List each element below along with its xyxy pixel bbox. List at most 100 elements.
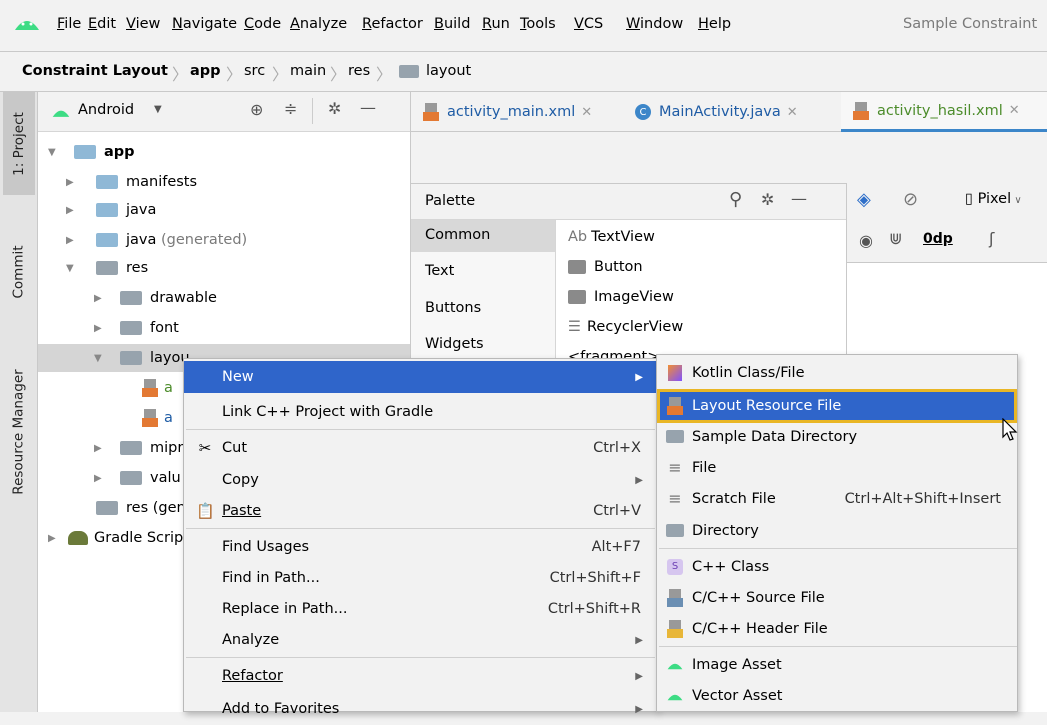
- view-selector[interactable]: Android: [78, 102, 134, 118]
- submenu-item-sample-data[interactable]: Sample Data Directory: [657, 421, 1017, 452]
- menu-item-refactor[interactable]: Refactor ▶: [184, 660, 657, 692]
- tree-item-app[interactable]: ▼ app: [48, 138, 135, 166]
- clear-constraints-icon[interactable]: ʃ: [989, 229, 994, 248]
- collapse-arrow-icon[interactable]: ▶: [94, 473, 104, 484]
- menu-navigate[interactable]: Navigate: [172, 16, 237, 32]
- palette-item-imageview[interactable]: ImageView: [568, 283, 674, 311]
- submenu-item-layout-resource[interactable]: Layout Resource File: [657, 389, 1017, 423]
- expand-icon[interactable]: ▼: [94, 353, 104, 364]
- palette-category-buttons[interactable]: Buttons: [425, 300, 481, 316]
- palette-category-text[interactable]: Text: [425, 263, 454, 279]
- menu-item-replace-in-path[interactable]: Replace in Path... Ctrl+Shift+R: [184, 593, 657, 625]
- tab-commit[interactable]: Commit: [3, 222, 35, 322]
- menu-vcs[interactable]: VCS: [574, 16, 603, 32]
- menu-code[interactable]: Code: [244, 16, 281, 32]
- collapse-arrow-icon[interactable]: ▶: [66, 235, 76, 246]
- menu-view[interactable]: View: [126, 16, 160, 32]
- submenu-item-image-asset[interactable]: Image Asset: [657, 649, 1017, 680]
- menu-edit[interactable]: Edit: [88, 16, 116, 32]
- menu-item-paste[interactable]: 📋 Paste Ctrl+V: [184, 495, 657, 527]
- breadcrumb-project[interactable]: Constraint Layout: [22, 63, 168, 79]
- palette-category-common[interactable]: Common: [425, 227, 490, 243]
- minimize-icon[interactable]: —: [791, 189, 807, 208]
- breadcrumb-src[interactable]: src: [244, 63, 265, 79]
- menu-tools[interactable]: Tools: [520, 16, 556, 32]
- menu-window[interactable]: Window: [626, 16, 683, 32]
- tree-item-font[interactable]: ▶ font: [94, 314, 179, 342]
- submenu-item-cpp-header[interactable]: C/C++ Header File: [657, 613, 1017, 644]
- expand-icon[interactable]: ▼: [48, 147, 58, 158]
- search-icon[interactable]: ⚲: [729, 189, 742, 210]
- menu-item-new[interactable]: New ▶: [184, 361, 657, 393]
- tab-activity-main[interactable]: activity_main.xml ✕: [423, 92, 592, 132]
- layers-icon[interactable]: ◈: [857, 189, 871, 210]
- collapse-icon[interactable]: ≑: [284, 99, 297, 118]
- menu-item-cut[interactable]: ✂ Cut Ctrl+X: [184, 432, 657, 464]
- tab-main-activity[interactable]: C MainActivity.java ✕: [635, 92, 798, 132]
- tree-item-gradle-scripts[interactable]: ▶ Gradle Scrip: [48, 524, 183, 552]
- menu-build[interactable]: Build: [434, 16, 470, 32]
- locate-icon[interactable]: ⊕: [250, 100, 263, 119]
- tree-item-res[interactable]: ▼ res: [66, 254, 148, 282]
- palette-item-textview[interactable]: Ab TextView: [568, 223, 655, 251]
- menu-run[interactable]: Run: [482, 16, 510, 32]
- gear-icon[interactable]: ✲: [328, 99, 341, 118]
- menu-item-find-in-path[interactable]: Find in Path... Ctrl+Shift+F: [184, 562, 657, 594]
- collapse-arrow-icon[interactable]: ▶: [94, 323, 104, 334]
- submenu-item-file[interactable]: ≡ File: [657, 452, 1017, 483]
- submenu-item-cpp-source[interactable]: C/C++ Source File: [657, 582, 1017, 613]
- tree-item-drawable[interactable]: ▶ drawable: [94, 284, 217, 312]
- collapse-arrow-icon[interactable]: ▶: [94, 293, 104, 304]
- menu-help[interactable]: Help: [698, 16, 731, 32]
- tree-item-res-generated[interactable]: res (gen: [96, 494, 186, 522]
- tree-item-layout-file[interactable]: a: [142, 404, 173, 432]
- menu-item-add-to-favorites[interactable]: Add to Favorites ▶: [184, 693, 657, 725]
- tree-item-values[interactable]: ▶ valu: [94, 464, 181, 492]
- breadcrumb-app[interactable]: app: [190, 63, 221, 79]
- collapse-arrow-icon[interactable]: ▶: [66, 205, 76, 216]
- tab-activity-hasil[interactable]: activity_hasil.xml ✕: [841, 92, 1047, 132]
- close-icon[interactable]: ✕: [581, 105, 592, 120]
- tab-resource-manager[interactable]: Resource Manager: [3, 332, 35, 532]
- minimize-icon[interactable]: —: [360, 98, 376, 117]
- collapse-arrow-icon[interactable]: ▶: [94, 443, 104, 454]
- submenu-item-kotlin[interactable]: Kotlin Class/File: [657, 357, 1017, 388]
- menu-item-copy[interactable]: Copy ▶: [184, 464, 657, 496]
- breadcrumb-layout[interactable]: layout: [426, 63, 471, 79]
- palette-item-button[interactable]: Button: [568, 253, 643, 281]
- device-selector[interactable]: ▯ Pixel ∨: [965, 191, 1022, 207]
- gear-icon[interactable]: ✲: [761, 190, 774, 209]
- breadcrumb-res[interactable]: res: [348, 63, 370, 79]
- eye-icon[interactable]: ◉: [859, 231, 873, 250]
- submenu-item-cpp-class[interactable]: S C++ Class: [657, 551, 1017, 582]
- tree-item-layout-file[interactable]: a: [142, 374, 173, 402]
- tree-item-mipmap[interactable]: ▶ mipr: [94, 434, 183, 462]
- palette-category-widgets[interactable]: Widgets: [425, 336, 484, 352]
- default-margin[interactable]: 0dp: [923, 231, 953, 247]
- close-icon[interactable]: ✕: [787, 105, 798, 120]
- orientation-icon[interactable]: ⊘: [903, 189, 918, 210]
- tree-item-java-generated[interactable]: ▶ java (generated): [66, 226, 247, 254]
- menu-analyze[interactable]: Analyze: [290, 16, 347, 32]
- submenu-item-directory[interactable]: Directory: [657, 515, 1017, 546]
- new-submenu: Kotlin Class/File Layout Resource File S…: [656, 354, 1018, 712]
- close-icon[interactable]: ✕: [1009, 103, 1020, 118]
- menu-item-analyze[interactable]: Analyze ▶: [184, 624, 657, 656]
- magnet-icon[interactable]: ⋓: [889, 229, 902, 248]
- menu-refactor[interactable]: Refactor: [362, 16, 423, 32]
- breadcrumb-main[interactable]: main: [290, 63, 326, 79]
- tab-project[interactable]: 1: Project: [3, 92, 35, 195]
- palette-item-recyclerview[interactable]: ☰ RecyclerView: [568, 313, 683, 341]
- chevron-down-icon[interactable]: ▼: [154, 104, 162, 115]
- tree-item-manifests[interactable]: ▶ manifests: [66, 168, 197, 196]
- submenu-item-scratch[interactable]: ≡ Scratch File Ctrl+Alt+Shift+Insert: [657, 483, 1017, 514]
- collapse-arrow-icon[interactable]: ▶: [48, 533, 58, 544]
- menu-item-link-cpp[interactable]: Link C++ Project with Gradle: [184, 396, 657, 428]
- menu-file[interactable]: File: [57, 16, 81, 32]
- submenu-arrow-icon: ▶: [635, 634, 643, 646]
- tree-item-java[interactable]: ▶ java: [66, 196, 156, 224]
- submenu-item-vector-asset[interactable]: Vector Asset: [657, 680, 1017, 711]
- menu-item-find-usages[interactable]: Find Usages Alt+F7: [184, 531, 657, 563]
- collapse-arrow-icon[interactable]: ▶: [66, 177, 76, 188]
- expand-icon[interactable]: ▼: [66, 263, 76, 274]
